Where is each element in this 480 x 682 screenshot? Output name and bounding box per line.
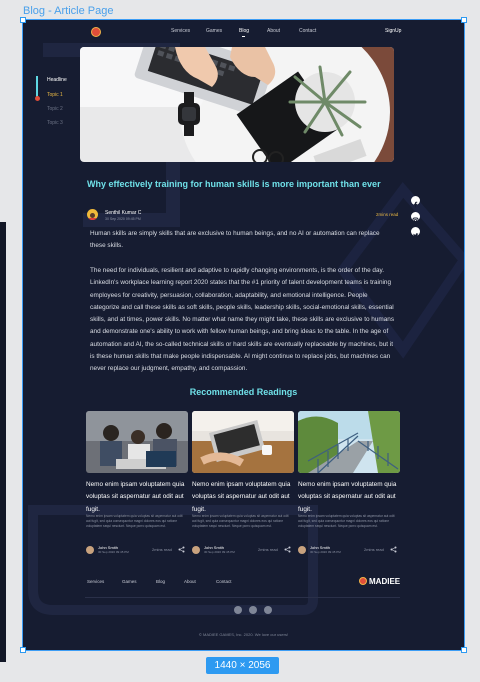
twitter-icon[interactable] [411,227,420,238]
facebook-icon[interactable] [234,606,242,614]
card-date: 30 Sep 2020 09:45 PM [204,550,235,554]
footer-link-blog[interactable]: Blog [156,579,165,584]
resize-handle[interactable] [461,647,467,653]
recommended-card[interactable]: Nemo enim ipsam voluptatem quia voluptas… [298,411,400,556]
facebook-icon[interactable] [411,196,420,208]
footer-logo-icon [359,577,367,585]
footer-divider [85,597,400,598]
card-read-time: 2mins read [364,547,384,552]
toc-headline[interactable]: Headline [47,77,67,83]
size-badge: 1440 × 2056 [206,657,279,674]
artboard[interactable]: Services Games Blog About Contact SignUp… [22,19,465,651]
author-avatar [87,209,98,220]
card-date: 30 Sep 2020 09:45 PM [98,550,129,554]
signup-link[interactable]: SignUp [385,28,401,34]
author-name[interactable]: Senthil Kumar C [105,210,141,216]
frame-label: Blog - Article Page [23,5,114,17]
resize-handle[interactable] [20,647,26,653]
card-title[interactable]: Nemo enim ipsam voluptatem quia voluptas… [86,479,188,516]
article-paragraph-1: Human skills are simply skills that are … [90,230,380,250]
recommended-heading: Recommended Readings [189,387,298,397]
card-title[interactable]: Nemo enim ipsam voluptatem quia voluptas… [298,479,400,516]
card-description: Nemo enim ipsam voluptatem quia voluptas… [192,514,289,528]
nav-services[interactable]: Services [171,28,190,34]
card-read-time: 2mins read [152,547,172,552]
toc-marker-icon [35,96,40,101]
card-image [192,411,294,473]
share-icon[interactable] [178,546,185,553]
toc-topic-2[interactable]: Topic 2 [47,106,63,112]
share-icon[interactable] [284,546,291,553]
footer-link-contact[interactable]: Contact [216,579,232,584]
toc-topic-3[interactable]: Topic 3 [47,120,63,126]
copyright: © MADIEE GAMES, Inc. 2020. We love our u… [198,632,289,637]
hero-image [80,47,394,162]
card-image [86,411,188,473]
nav-contact[interactable]: Contact [299,28,316,34]
toc-topic-1[interactable]: Topic 1 [47,92,63,98]
card-description: Nemo enim ipsam voluptatem quia voluptas… [86,514,183,528]
article-title: Why effectively training for human skill… [87,179,381,189]
instagram-icon[interactable] [411,212,420,224]
card-date: 30 Sep 2020 09:45 PM [310,550,341,554]
resize-handle[interactable] [461,17,467,23]
read-time: 2mins read [376,212,399,217]
logo[interactable] [91,27,101,37]
card-read-time: 2mins read [258,547,278,552]
avatar [86,546,94,554]
twitter-icon[interactable] [264,606,272,614]
resize-handle[interactable] [20,17,26,23]
footer-link-about[interactable]: About [184,579,196,584]
instagram-icon[interactable] [249,606,257,614]
nav-blog[interactable]: Blog [239,28,249,34]
card-image [298,411,400,473]
avatar [298,546,306,554]
avatar [192,546,200,554]
recommended-card[interactable]: Nemo enim ipsam voluptatem quia voluptas… [192,411,294,556]
footer-link-services[interactable]: Services [87,579,104,584]
recommended-card[interactable]: Nemo enim ipsam voluptatem quia voluptas… [86,411,188,556]
footer-brand[interactable]: MADIEE [369,577,400,586]
share-icon[interactable] [390,546,397,553]
nav-active-indicator [242,36,245,37]
card-description: Nemo enim ipsam voluptatem quia voluptas… [298,514,395,528]
nav-games[interactable]: Games [206,28,222,34]
nav-about[interactable]: About [267,28,280,34]
card-title[interactable]: Nemo enim ipsam voluptatem quia voluptas… [192,479,294,516]
article-paragraph-2: The need for individuals, resilient and … [90,267,395,373]
article-date: 30 Sep 2020 09:45 PM [105,217,141,221]
toc-progress-line [36,76,38,98]
footer-link-games[interactable]: Games [122,579,137,584]
left-panel-edge [0,222,6,662]
